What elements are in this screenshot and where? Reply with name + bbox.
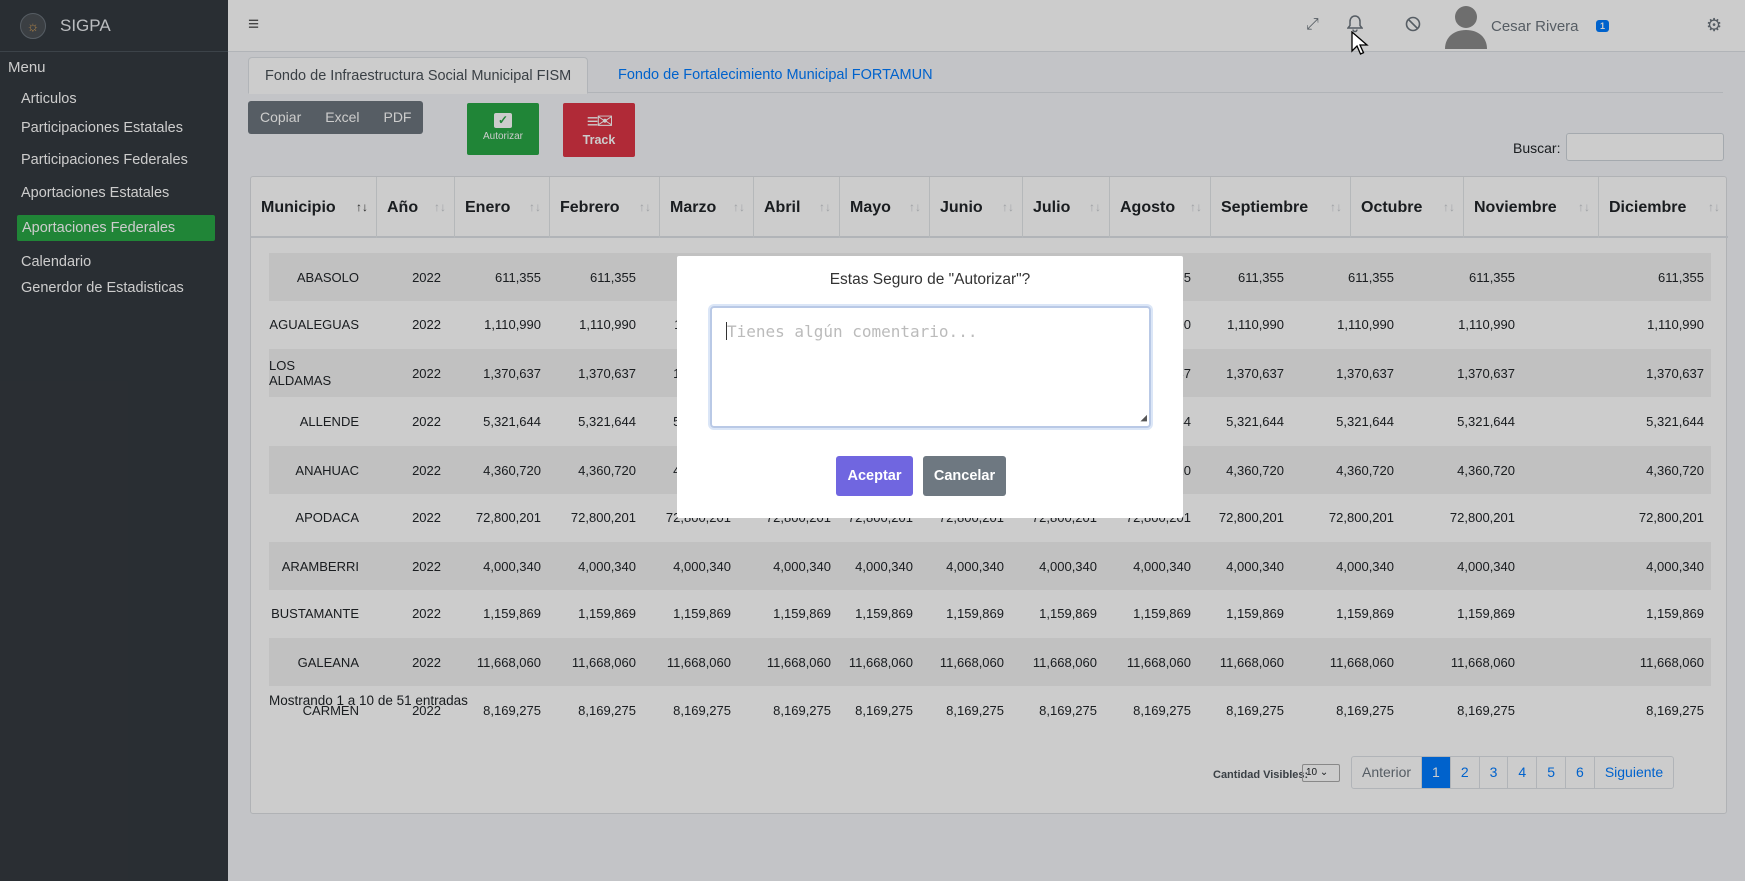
- confirm-dialog: Estas Seguro de "Autorizar"? Tienes algú…: [677, 256, 1183, 518]
- resize-handle-icon[interactable]: ◢: [1140, 411, 1147, 424]
- cancel-button[interactable]: Cancelar: [923, 456, 1006, 496]
- mouse-cursor-icon: [1351, 31, 1369, 55]
- comment-textarea[interactable]: Tienes algún comentario... ◢: [710, 306, 1151, 428]
- comment-placeholder: Tienes algún comentario...: [727, 322, 978, 341]
- accept-button[interactable]: Aceptar: [836, 456, 913, 496]
- dialog-title: Estas Seguro de "Autorizar"?: [829, 271, 1031, 288]
